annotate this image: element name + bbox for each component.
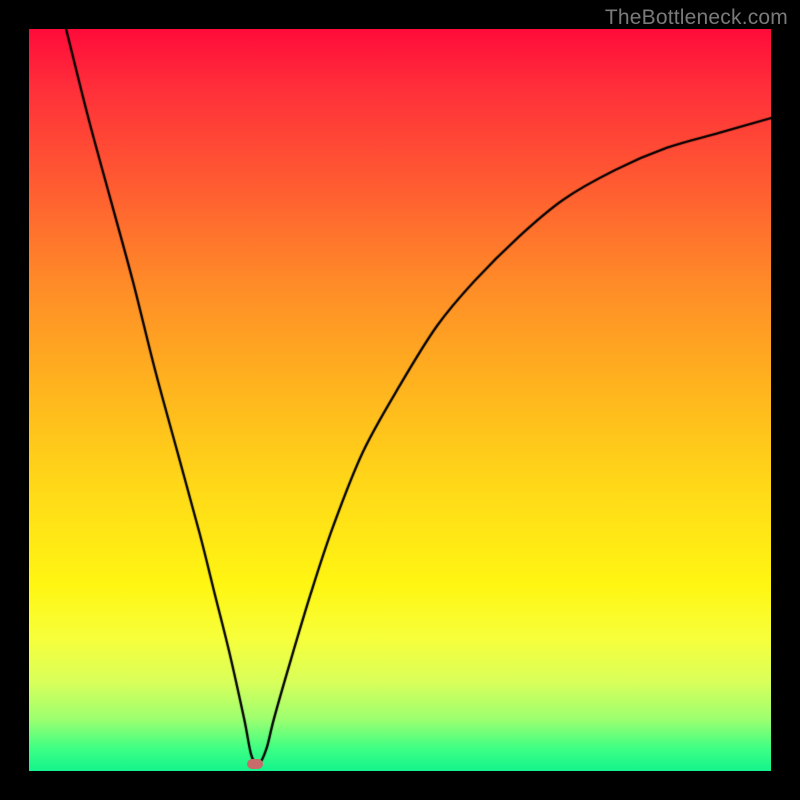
bottleneck-curve: [29, 29, 771, 771]
chart-frame: TheBottleneck.com: [0, 0, 800, 800]
watermark-label: TheBottleneck.com: [605, 6, 788, 30]
minimum-marker: [247, 759, 263, 769]
plot-area: [29, 29, 771, 771]
